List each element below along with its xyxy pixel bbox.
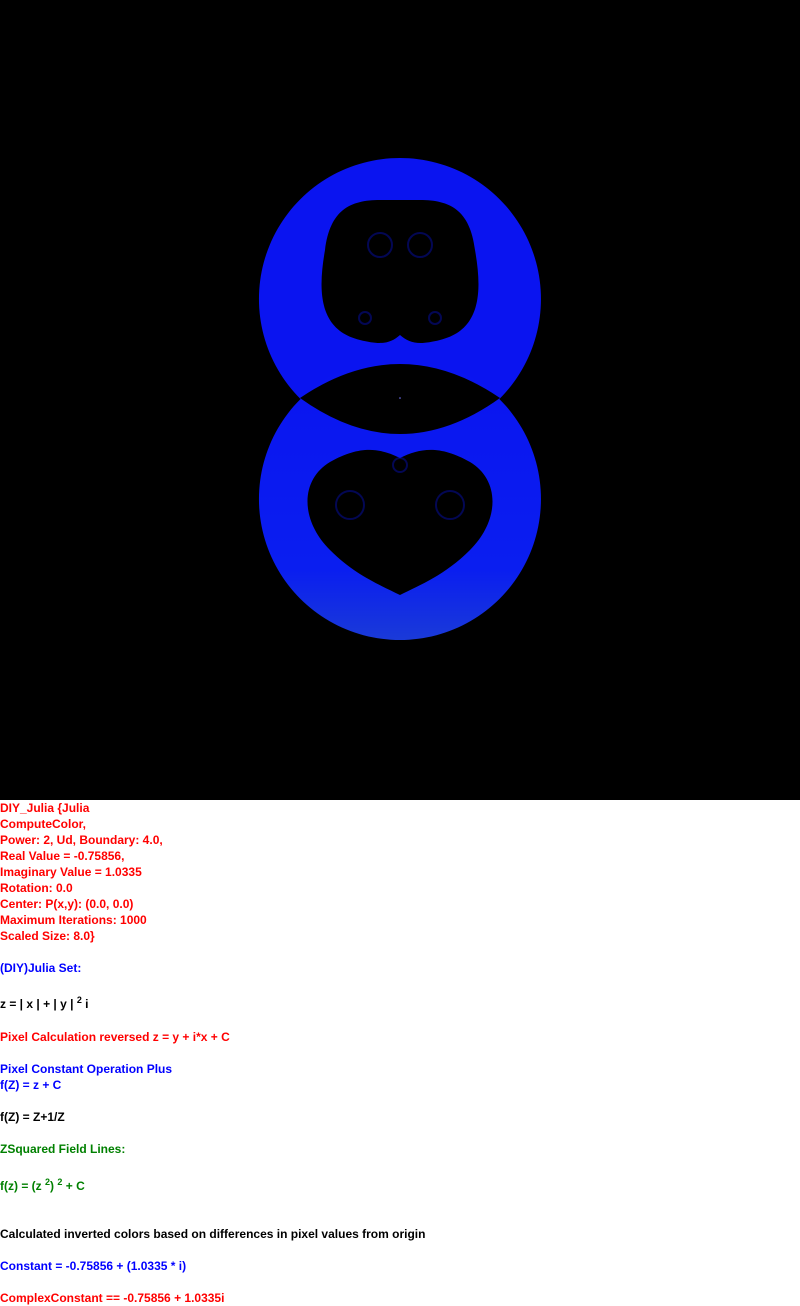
inverted-colors-text: Calculated inverted colors based on diff… <box>0 1227 426 1241</box>
param-line: Maximum Iterations: 1000 <box>0 913 147 927</box>
field-lines-formula: f(z) = (z 2) 2 + C <box>0 1177 85 1193</box>
julia-fractal-image <box>0 0 800 800</box>
param-line: Power: 2, Ud, Boundary: 4.0, <box>0 833 163 847</box>
param-line: Center: P(x,y): (0.0, 0.0) <box>0 897 134 911</box>
param-line: Real Value = -0.75856, <box>0 849 125 863</box>
julia-set-heading: (DIY)Julia Set: <box>0 961 82 975</box>
param-line: Scaled Size: 8.0} <box>0 929 95 943</box>
pixel-calculation-text: Pixel Calculation reversed z = y + i*x +… <box>0 1030 230 1044</box>
formula-z: z = | x | + | y | 2 i <box>0 995 89 1011</box>
fz-formula: f(Z) = Z+1/Z <box>0 1110 65 1124</box>
parameter-info-panel: DIY_Julia {Julia ComputeColor, Power: 2,… <box>0 800 800 1306</box>
param-line: DIY_Julia {Julia <box>0 801 90 815</box>
fractal-canvas <box>0 0 800 800</box>
field-lines-heading: ZSquared Field Lines: <box>0 1142 126 1156</box>
pixel-constant-heading: Pixel Constant Operation Plus <box>0 1062 173 1076</box>
param-line: ComputeColor, <box>0 817 86 831</box>
constant-text: Constant = -0.75856 + (1.0335 * i) <box>0 1259 187 1273</box>
complex-constant-text: ComplexConstant == -0.75856 + 1.0335i <box>0 1291 225 1305</box>
param-line: Imaginary Value = 1.0335 <box>0 865 142 879</box>
pixel-constant-formula: f(Z) = z + C <box>0 1078 62 1092</box>
param-line: Rotation: 0.0 <box>0 881 73 895</box>
